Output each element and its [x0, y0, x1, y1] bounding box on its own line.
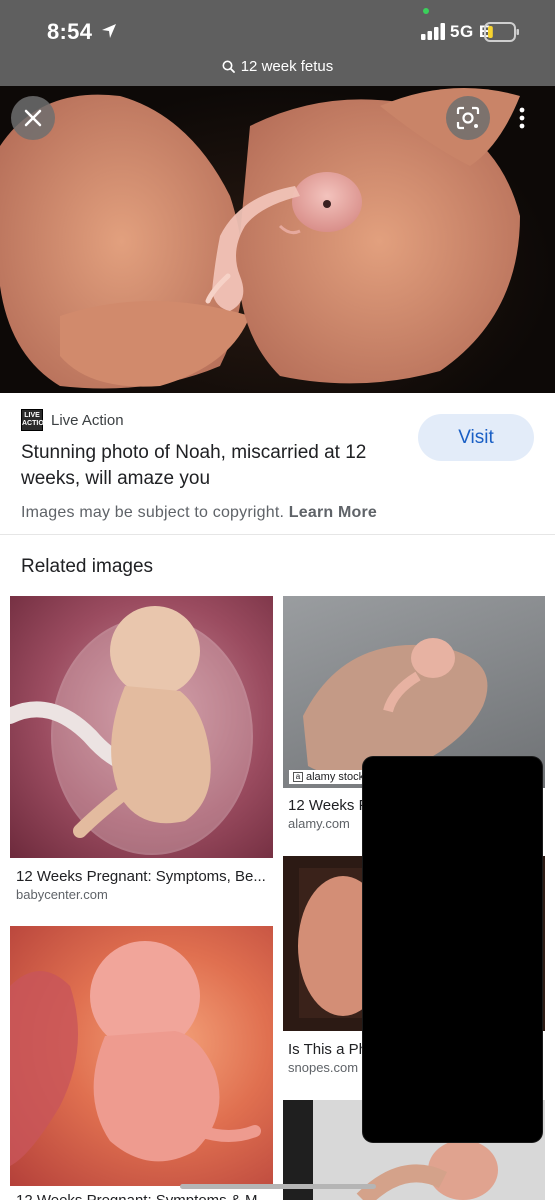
related-tile-domain: alamy.com [288, 816, 350, 831]
learn-more-link[interactable]: Learn More [289, 504, 377, 521]
related-tile-image [10, 596, 273, 858]
more-options-button[interactable] [507, 100, 537, 136]
visit-button[interactable]: Visit [418, 414, 534, 461]
hero-image[interactable] [0, 86, 555, 393]
divider [0, 534, 555, 535]
copyright-text: Images may be subject to copyright. [21, 504, 285, 521]
related-tile[interactable]: 12 Weeks Pregnant: Symptoms & M... [10, 926, 273, 1200]
source-name: Live Action [51, 411, 124, 429]
alamy-logo-icon: a [293, 772, 303, 782]
related-tile-domain: snopes.com [288, 1060, 359, 1075]
related-tile-domain: babycenter.com [16, 887, 108, 902]
battery-icon [484, 22, 519, 42]
copyright-notice: Images may be subject to copyright. Lear… [21, 504, 377, 522]
related-tile-image [10, 926, 273, 1186]
close-icon [24, 109, 42, 127]
url-bar[interactable]: 12 week fetus [0, 54, 555, 78]
more-vert-icon [519, 107, 525, 129]
search-icon [222, 60, 235, 73]
related-images-heading: Related images [21, 556, 154, 577]
related-tile[interactable]: 12 Weeks Pregnant: Symptoms, Be... babyc… [10, 596, 273, 906]
source-logo: LIVE ACTION [21, 409, 49, 431]
close-button[interactable] [11, 96, 55, 140]
result-title[interactable]: Stunning photo of Noah, miscarried at 12… [21, 440, 401, 492]
source-row[interactable]: LIVE ACTION Live Action [21, 409, 124, 431]
top-bar: 8:54 5G E 12 week fetus [0, 0, 555, 86]
related-tile-caption: 12 Weeks Pregnant: Symptoms & M... [16, 1192, 268, 1200]
lens-icon [456, 106, 480, 130]
related-tile-caption: 12 Weeks Pregnant: Symptoms, Be... [16, 868, 266, 885]
status-time: 8:54 [47, 19, 93, 44]
search-query: 12 week fetus [240, 57, 334, 75]
location-arrow-icon [102, 24, 116, 38]
home-indicator[interactable] [180, 1184, 376, 1189]
overlay-panel [363, 757, 542, 1142]
privacy-indicator-icon [423, 8, 429, 14]
lens-button[interactable] [446, 96, 490, 140]
signal-bars-icon [421, 23, 445, 40]
